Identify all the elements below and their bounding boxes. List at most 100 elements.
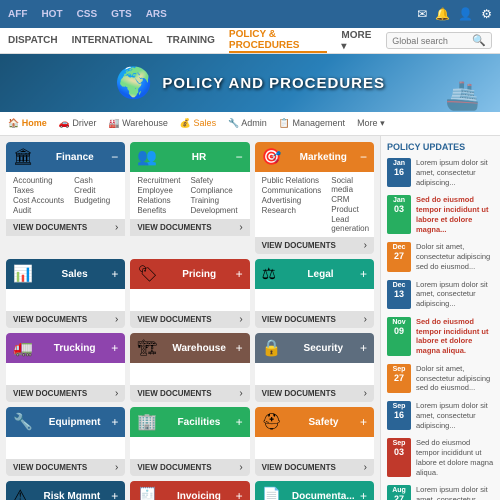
card-risk: ⚠ Risk Mgmnt + VIEW DOCUMENTS › — [6, 481, 125, 500]
sub-nav-admin[interactable]: 🔧 Admin — [228, 118, 267, 129]
equipment-title: Equipment — [49, 417, 101, 428]
card-legal-header: ⚖ Legal + — [255, 259, 374, 289]
trucking-toggle-btn[interactable]: + — [111, 341, 118, 355]
pricing-icon: 🏷 — [137, 264, 157, 284]
mail-icon[interactable]: ✉ — [417, 7, 427, 21]
safety-title: Safety — [308, 417, 338, 428]
safety-view-docs[interactable]: VIEW DOCUMENTS › — [255, 459, 374, 476]
sub-nav-warehouse[interactable]: 🏭 Warehouse — [108, 118, 167, 129]
sales-toggle-btn[interactable]: + — [111, 267, 118, 281]
sidebar-title: POLICY UPDATES — [387, 142, 494, 152]
settings-icon[interactable]: ⚙ — [481, 7, 492, 21]
nav-international[interactable]: INTERNATIONAL — [72, 35, 153, 46]
policy-date-5: Nov 09 — [387, 317, 411, 356]
equipment-icon: 🔧 — [13, 412, 33, 432]
top-nav-hot[interactable]: HOT — [41, 9, 62, 20]
nav-policy[interactable]: POLICY & PROCEDURES — [229, 29, 327, 53]
card-hr: 👥 HR − Recruitment Employee Relations Be… — [130, 142, 249, 254]
sub-nav-more[interactable]: More ▾ — [357, 118, 385, 129]
marketing-toggle-btn[interactable]: − — [360, 150, 367, 164]
pricing-toggle-btn[interactable]: + — [236, 267, 243, 281]
documentation-toggle-btn[interactable]: + — [360, 489, 367, 500]
warehouse-toggle-btn[interactable]: + — [236, 341, 243, 355]
policy-text-1: Lorem ipsum dolor sit amet, consectetur … — [416, 158, 494, 187]
card-invoicing: 🧾 Invoicing + VIEW DOCUMENTS › — [130, 481, 249, 500]
top-nav-css[interactable]: CSS — [77, 9, 98, 20]
card-security: 🔒 Security + VIEW DOCUMENTS › — [255, 333, 374, 402]
facilities-toggle-btn[interactable]: + — [236, 415, 243, 429]
pricing-body — [130, 289, 249, 311]
finance-view-docs[interactable]: VIEW DOCUMENTS › — [6, 219, 125, 236]
marketing-title: Marketing — [300, 152, 347, 163]
nav-training[interactable]: TRAINING — [167, 35, 215, 46]
bell-icon[interactable]: 🔔 — [435, 7, 450, 21]
globe-icon: 🌍 — [115, 66, 152, 101]
trucking-icon: 🚛 — [13, 338, 33, 358]
top-nav-links: AFF HOT CSS GTS ARS — [8, 9, 417, 20]
policy-item-5: Nov 09 Sed do eiusmod tempor incididunt … — [387, 317, 494, 356]
security-body — [255, 363, 374, 385]
pricing-view-docs[interactable]: VIEW DOCUMENTS › — [130, 311, 249, 328]
sub-nav-driver[interactable]: 🚗 Driver — [59, 118, 97, 129]
search-input[interactable] — [392, 36, 472, 46]
equipment-body — [6, 437, 125, 459]
equipment-toggle-btn[interactable]: + — [111, 415, 118, 429]
risk-icon: ⚠ — [13, 486, 27, 500]
hr-icon: 👥 — [137, 147, 157, 167]
warehouse-title: Warehouse — [172, 343, 226, 354]
safety-body — [255, 437, 374, 459]
equipment-view-docs[interactable]: VIEW DOCUMENTS › — [6, 459, 125, 476]
sub-nav-management[interactable]: 📋 Management — [279, 118, 345, 129]
safety-toggle-btn[interactable]: + — [360, 415, 367, 429]
documentation-title: Documenta... — [292, 491, 355, 500]
hr-toggle-btn[interactable]: − — [236, 150, 243, 164]
finance-title: Finance — [56, 152, 94, 163]
top-nav-aff[interactable]: AFF — [8, 9, 27, 20]
security-toggle-btn[interactable]: + — [360, 341, 367, 355]
hr-view-docs[interactable]: VIEW DOCUMENTS › — [130, 219, 249, 236]
card-safety-header: ⛑ Safety + — [255, 407, 374, 437]
warehouse-body — [130, 363, 249, 385]
security-icon: 🔒 — [262, 338, 282, 358]
trucking-view-docs[interactable]: VIEW DOCUMENTS › — [6, 385, 125, 402]
facilities-icon: 🏢 — [137, 412, 157, 432]
policy-text-8: Sed do eiusmod tempor incididunt ut labo… — [416, 438, 494, 477]
finance-icon: 🏛 — [13, 147, 33, 167]
marketing-view-docs[interactable]: VIEW DOCUMENTS › — [255, 237, 374, 254]
hr-title: HR — [192, 152, 206, 163]
card-facilities: 🏢 Facilities + VIEW DOCUMENTS › — [130, 407, 249, 476]
warehouse-view-docs[interactable]: VIEW DOCUMENTS › — [130, 385, 249, 402]
finance-toggle-btn[interactable]: − — [111, 150, 118, 164]
card-equipment-header: 🔧 Equipment + — [6, 407, 125, 437]
risk-toggle-btn[interactable]: + — [111, 489, 118, 500]
card-hr-header: 👥 HR − — [130, 142, 249, 172]
security-view-docs[interactable]: VIEW DOCUMENTS › — [255, 385, 374, 402]
nav-more[interactable]: MORE ▾ — [341, 30, 372, 52]
policy-text-7: Lorem ipsum dolor sit amet, consectetur … — [416, 401, 494, 430]
ship-icon: 🚢 — [445, 79, 480, 112]
nav-dispatch[interactable]: DISPATCH — [8, 35, 58, 46]
sub-nav-sales[interactable]: 💰 Sales — [180, 118, 216, 129]
top-nav-gts[interactable]: GTS — [111, 9, 132, 20]
card-legal: ⚖ Legal + VIEW DOCUMENTS › — [255, 259, 374, 328]
documentation-icon: 📄 — [262, 486, 282, 500]
sub-nav-home[interactable]: 🏠 Home — [8, 118, 47, 129]
policy-item-1: Jan 16 Lorem ipsum dolor sit amet, conse… — [387, 158, 494, 187]
search-box[interactable]: 🔍 — [386, 32, 492, 49]
card-marketing: 🎯 Marketing − Public Relations Communica… — [255, 142, 374, 254]
sales-view-docs[interactable]: VIEW DOCUMENTS › — [6, 311, 125, 328]
invoicing-toggle-btn[interactable]: + — [236, 489, 243, 500]
user-icon[interactable]: 👤 — [458, 7, 473, 21]
invoicing-icon: 🧾 — [137, 486, 157, 500]
top-nav-ars[interactable]: ARS — [146, 9, 167, 20]
facilities-view-docs[interactable]: VIEW DOCUMENTS › — [130, 459, 249, 476]
policy-date-8: Sep 03 — [387, 438, 411, 477]
card-finance-header: 🏛 Finance − — [6, 142, 125, 172]
card-risk-header: ⚠ Risk Mgmnt + — [6, 481, 125, 500]
card-trucking: 🚛 Trucking + VIEW DOCUMENTS › — [6, 333, 125, 402]
card-finance: 🏛 Finance − Accounting Taxes Cost Accoun… — [6, 142, 125, 254]
legal-view-docs[interactable]: VIEW DOCUMENTS › — [255, 311, 374, 328]
card-documentation: 📄 Documenta... + VIEW DOCUMENTS › — [255, 481, 374, 500]
legal-toggle-btn[interactable]: + — [360, 267, 367, 281]
facilities-title: Facilities — [178, 417, 221, 428]
